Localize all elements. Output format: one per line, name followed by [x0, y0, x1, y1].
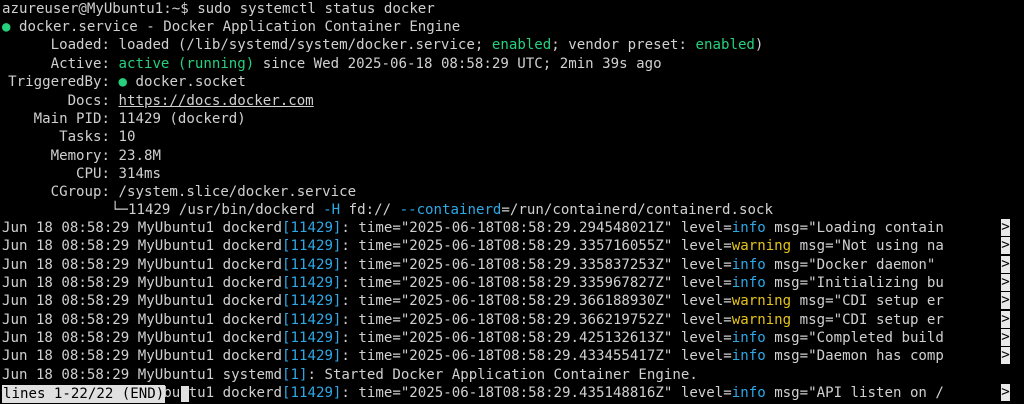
log-time: : time="2025-06-18T08:58:29.294548021Z" …	[341, 220, 732, 236]
tasks-label: Tasks:	[59, 129, 110, 145]
log-level: warning	[731, 238, 792, 255]
log-level: warning	[731, 311, 792, 328]
log-time: : time="2025-06-18T08:58:29.435148816Z" …	[341, 385, 732, 402]
active-label: Active:	[50, 56, 110, 72]
docs-link[interactable]: https://docs.docker.com	[119, 93, 314, 109]
log-line: Jun 18 08:58:29 MyUbuntu1 dockerd[11429]…	[2, 219, 944, 238]
log-level: info	[731, 385, 766, 402]
log-time: : time="2025-06-18T08:58:29.366188930Z" …	[341, 293, 732, 310]
preset-enabled-badge: enabled	[695, 37, 755, 53]
log-msg: msg="Daemon has comp	[765, 348, 944, 365]
log-prefix: Jun 18 08:58:29 MyUbuntu1 systemd	[2, 366, 283, 383]
loaded-row: Loaded: loaded (/lib/systemd/system/dock…	[2, 36, 764, 55]
log-msg: msg="Docker daemon"	[765, 256, 944, 273]
tree-branch-icon: └─	[111, 202, 128, 218]
truncation-marker-icon: >	[1001, 329, 1010, 347]
command-text: sudo systemctl status docker	[197, 1, 435, 17]
log-line: Jun 18 08:58:29 MyUbuntu1 dockerd[11429]…	[2, 292, 944, 311]
service-header: ● docker.service - Docker Application Co…	[2, 18, 460, 37]
active-dot-icon: ●	[2, 19, 11, 35]
log-time: : Started Docker Application Container E…	[307, 366, 698, 383]
log-line: Jun 18 08:58:29 MyUbuntu1 dockerd[11429]…	[2, 274, 944, 293]
truncation-marker-icon: >	[1001, 255, 1010, 273]
log-pid: [11429]	[282, 220, 342, 236]
loaded-label: Loaded:	[50, 37, 110, 53]
log-level: info	[731, 256, 766, 273]
log-prefix: Jun 18 08:58:29 MyUbuntu1 dockerd	[2, 311, 283, 328]
log-msg: msg="API listen on /	[765, 385, 944, 402]
log-time: : time="2025-06-18T08:58:29.425132613Z" …	[341, 330, 732, 347]
log-msg: msg="Completed build	[765, 330, 944, 347]
tasks-row: Tasks: 10	[2, 128, 135, 147]
active-state: active (running)	[118, 56, 255, 72]
docs-row: Docs: https://docs.docker.com	[2, 92, 314, 111]
prompt-line: azureuser@MyUbuntu1:~$ sudo systemctl st…	[2, 0, 435, 19]
log-prefix: Jun 18 08:58:29 MyUbuntu1 dockerd	[2, 275, 283, 292]
log-time: : time="2025-06-18T08:58:29.366219752Z" …	[341, 311, 732, 328]
socket-dot-icon: ●	[118, 74, 128, 90]
log-prefix: Jun 18 08:58:29 MyUbuntu1 dockerd	[2, 220, 283, 236]
log-line: Jun 18 08:58:29 MyUbuntu1 dockerd[11429]…	[2, 347, 944, 366]
log-msg: msg="CDI setup er	[791, 311, 944, 328]
triggeredby-row: TriggeredBy: ● docker.socket	[2, 73, 246, 92]
truncation-marker-icon: >	[1001, 237, 1010, 255]
memory-label: Memory:	[50, 148, 110, 164]
log-prefix: Jun 18 08:58:29 MyUbuntu1 dockerd	[2, 256, 283, 273]
log-pid: [11429]	[282, 238, 342, 255]
log-level: warning	[731, 293, 792, 310]
truncation-marker-icon: >	[1001, 310, 1010, 328]
log-pid: [11429]	[282, 293, 342, 310]
truncation-marker-icon: >	[1001, 347, 1010, 365]
truncation-marker-icon: >	[1001, 274, 1010, 292]
cgroup-label: CGroup:	[50, 184, 110, 200]
cgroup-row: CGroup: /system.slice/docker.service	[2, 183, 357, 202]
log-msg: msg="CDI setup er	[791, 293, 944, 310]
log-prefix: Jun 18 08:58:29 MyUbuntu1 dockerd	[2, 330, 283, 347]
log-pid: [11429]	[282, 385, 342, 402]
log-line: Jun 18 08:58:29 MyUbuntu1 dockerd[11429]…	[2, 237, 944, 256]
log-line: Jun 18 08:58:29 MyUbuntu1 dockerd[11429]…	[2, 329, 944, 348]
log-time: : time="2025-06-18T08:58:29.335967827Z" …	[341, 275, 732, 292]
log-pid: [1]	[282, 366, 308, 383]
enabled-badge: enabled	[491, 37, 552, 53]
active-row: Active: active (running) since Wed 2025-…	[2, 55, 662, 74]
triggeredby-label: TriggeredBy:	[8, 74, 110, 90]
memory-row: Memory: 23.8M	[2, 147, 161, 166]
mainpid-label: Main PID:	[33, 111, 110, 127]
terminal-window[interactable]: azureuser@MyUbuntu1:~$ sudo systemctl st…	[0, 0, 1024, 404]
shell-prompt: azureuser@MyUbuntu1:~$	[2, 1, 189, 17]
log-pid: [11429]	[282, 311, 342, 328]
cpu-label: CPU:	[76, 166, 110, 182]
log-prefix: Jun 18 08:58:29 MyUbuntu1 dockerd	[2, 348, 283, 365]
log-level: info	[731, 275, 766, 292]
log-pid: [11429]	[282, 275, 342, 292]
service-title: docker.service - Docker Application Cont…	[19, 19, 461, 35]
log-msg: msg="Initializing bu	[765, 275, 944, 292]
cpu-row: CPU: 314ms	[2, 165, 161, 184]
truncation-marker-icon: >	[1001, 219, 1010, 236]
log-level: info	[731, 330, 766, 347]
docs-label: Docs:	[67, 93, 110, 109]
cgroup-process-row: └─11429 /usr/bin/dockerd -H fd:// --cont…	[111, 202, 773, 218]
log-time: : time="2025-06-18T08:58:29.335716055Z" …	[341, 238, 732, 255]
pager-status: lines 1-22/22 (END)	[2, 385, 166, 403]
truncation-marker-icon: >	[1001, 384, 1010, 402]
log-level: info	[731, 220, 766, 236]
truncation-marker-icon: >	[1001, 292, 1010, 310]
log-line: Jun 18 08:58:29 MyUbuntu1 dockerd[11429]…	[2, 311, 944, 330]
log-pid: [11429]	[282, 256, 342, 273]
log-prefix: Jun 18 08:58:29 MyUbuntu1 dockerd	[2, 238, 283, 255]
log-line: Jun 18 08:58:29 MyUbuntu1 dockerd[11429]…	[2, 256, 944, 275]
log-pid: [11429]	[282, 330, 342, 347]
cursor-icon	[181, 386, 189, 402]
log-level: info	[731, 348, 766, 365]
log-prefix: Jun 18 08:58:29 MyUbuntu1 dockerd	[2, 293, 283, 310]
log-time: : time="2025-06-18T08:58:29.433455417Z" …	[341, 348, 732, 365]
log-line: Jun 18 08:58:29 MyUbuntu1 systemd[1]: St…	[2, 366, 698, 385]
log-msg: msg="Loading contain	[765, 220, 944, 236]
log-time: : time="2025-06-18T08:58:29.335837253Z" …	[341, 256, 732, 273]
log-msg: msg="Not using na	[791, 238, 944, 255]
mainpid-row: Main PID: 11429 (dockerd)	[2, 110, 246, 129]
log-pid: [11429]	[282, 348, 342, 365]
